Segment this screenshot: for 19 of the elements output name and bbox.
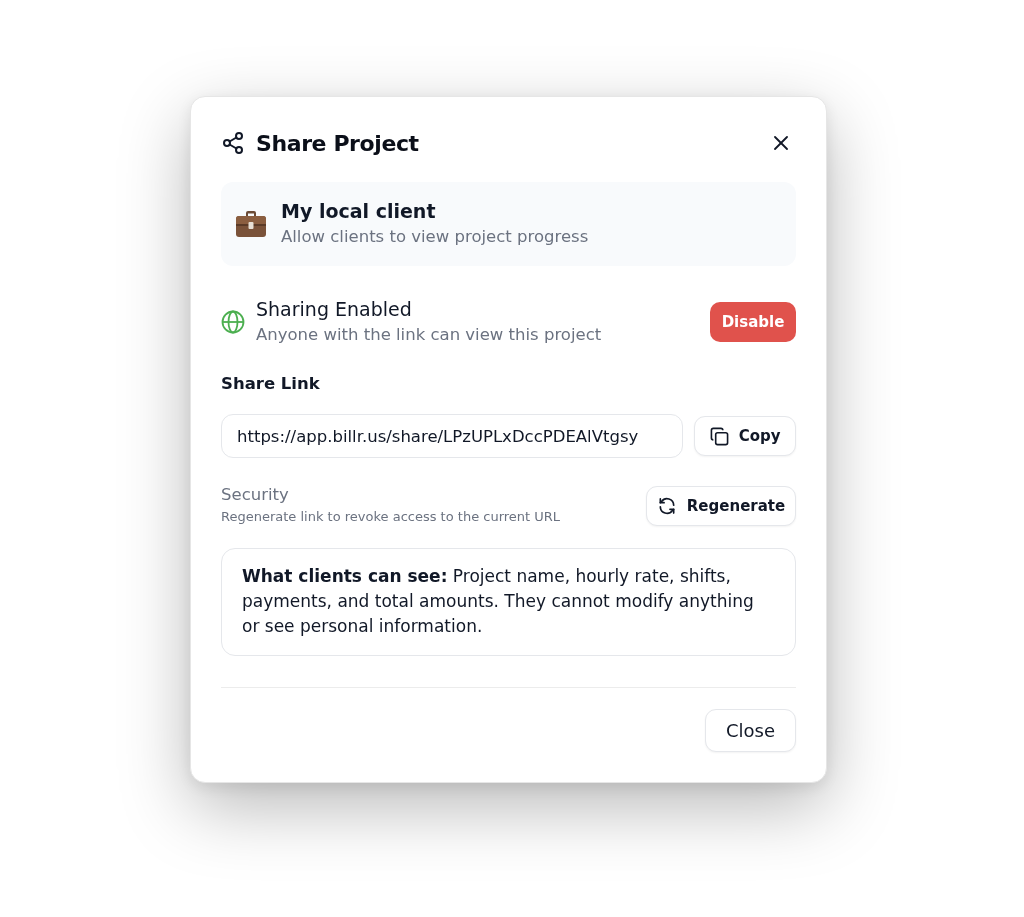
share-link-field[interactable]: https://app.billr.us/share/LPzUPLxDccPDEAlVtgsy	[221, 414, 684, 458]
copy-button[interactable]: Copy	[694, 416, 796, 456]
share-icon	[221, 131, 245, 155]
client-name: My local client	[281, 199, 437, 224]
sharing-status-description: Anyone with the link can view this project	[256, 324, 602, 346]
dialog-title: Share Project	[256, 130, 419, 156]
close-button[interactable]: Close	[705, 709, 796, 752]
sharing-status-title: Sharing Enabled	[256, 297, 413, 322]
close-icon	[774, 136, 788, 150]
security-description: Regenerate link to revoke access to the current URL	[221, 508, 561, 526]
regenerate-button[interactable]: Regenerate	[646, 486, 796, 526]
copy-icon	[709, 426, 729, 446]
close-button[interactable]	[774, 136, 788, 150]
share-link-label: Share Link	[221, 373, 320, 395]
security-title: Security	[221, 484, 290, 506]
client-description: Allow clients to view project progress	[281, 226, 589, 248]
briefcase-icon	[236, 210, 266, 238]
info-note: What clients can see: Project name, hourly rate, shifts, payments, and total amounts. They cannot modify anything or see personal information.	[242, 565, 755, 638]
disable-sharing-button[interactable]: Disable	[710, 302, 796, 342]
